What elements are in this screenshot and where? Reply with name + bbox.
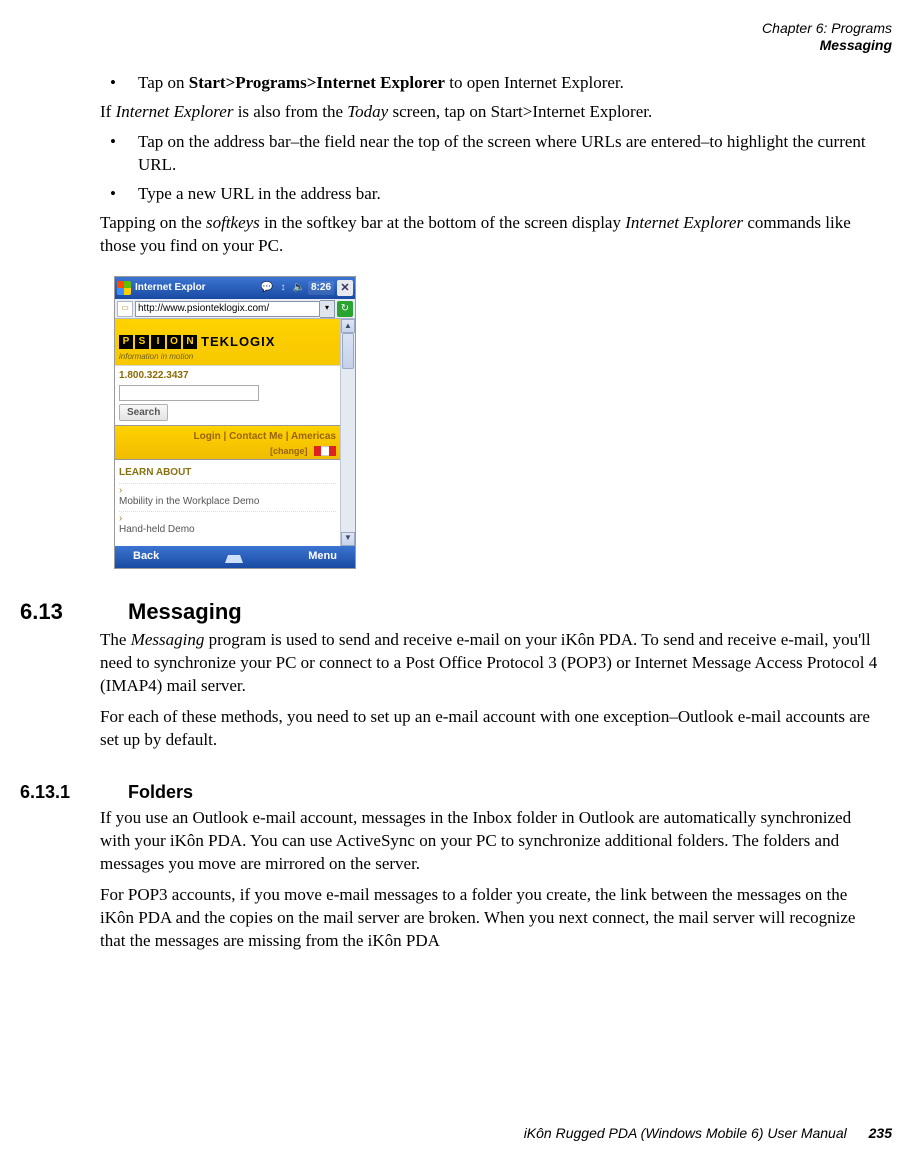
- section-num-613: 6.13: [20, 597, 100, 627]
- windows-logo-icon[interactable]: [117, 281, 131, 295]
- keyboard-icon[interactable]: [225, 551, 243, 563]
- para-today-screen: If Internet Explorer is also from the To…: [100, 101, 882, 124]
- ie-mobile-screenshot: Internet Explor 💬 ↕ 🔈 8:26 ✕ ▭ http://ww…: [114, 276, 356, 569]
- teklogix-text: TEKLOGIX: [201, 333, 275, 351]
- messaging-para1: The Messaging program is used to send an…: [100, 629, 882, 698]
- scroll-up-button[interactable]: ▲: [341, 319, 355, 333]
- psion-logo: P S I O N: [119, 335, 197, 349]
- scroll-down-button[interactable]: ▼: [341, 532, 355, 546]
- page-footer: iKôn Rugged PDA (Windows Mobile 6) User …: [20, 1124, 892, 1143]
- url-input[interactable]: http://www.psionteklogix.com/: [135, 301, 320, 317]
- change-link[interactable]: [change]: [270, 446, 308, 456]
- menu-softkey[interactable]: Menu: [308, 549, 337, 564]
- messaging-para2: For each of these methods, you need to s…: [100, 706, 882, 752]
- favicon-icon: ▭: [117, 301, 133, 317]
- learn-link-1[interactable]: Mobility in the Workplace Demo: [119, 483, 336, 512]
- footer-title: iKôn Rugged PDA (Windows Mobile 6) User …: [524, 1125, 847, 1141]
- window-title: Internet Explor: [135, 281, 258, 295]
- para-softkeys: Tapping on the softkeys in the softkey b…: [100, 212, 882, 258]
- brand-header: P S I O N TEKLOGIX information in motion: [115, 319, 340, 365]
- util-links-text[interactable]: Login | Contact Me | Americas: [194, 431, 336, 442]
- header-section: Messaging: [20, 37, 892, 54]
- section-title-messaging: Messaging: [128, 597, 242, 627]
- go-button[interactable]: ↻: [337, 301, 353, 317]
- header-chapter: Chapter 6: Programs: [20, 20, 892, 37]
- learn-link-2[interactable]: Hand-held Demo: [119, 511, 336, 540]
- section-num-6131: 6.13.1: [20, 780, 100, 804]
- close-button[interactable]: ✕: [337, 280, 353, 296]
- speaker-icon[interactable]: 🔈: [292, 281, 306, 295]
- page-number: 235: [869, 1125, 892, 1141]
- page-viewport[interactable]: P S I O N TEKLOGIX information in motion…: [115, 319, 340, 546]
- scrollbar[interactable]: ▲ ▼: [340, 319, 355, 546]
- clock[interactable]: 8:26: [308, 281, 334, 295]
- search-input[interactable]: [119, 385, 259, 401]
- bullet-type-url: Type a new URL in the address bar.: [100, 183, 882, 206]
- learn-about-header: LEARN ABOUT: [119, 466, 336, 480]
- scroll-thumb[interactable]: [342, 333, 354, 369]
- back-softkey[interactable]: Back: [133, 549, 159, 564]
- phone-section: 1.800.322.3437 Search: [115, 365, 340, 426]
- chat-icon[interactable]: 💬: [260, 281, 274, 295]
- section-title-folders: Folders: [128, 780, 193, 804]
- brand-tagline: information in motion: [119, 352, 193, 363]
- learn-about-section: LEARN ABOUT Mobility in the Workplace De…: [115, 460, 340, 546]
- phone-number: 1.800.322.3437: [119, 369, 336, 383]
- flag-icon: [314, 446, 336, 456]
- address-bar: ▭ http://www.psionteklogix.com/ ▾ ↻: [115, 299, 355, 319]
- sync-icon[interactable]: ↕: [276, 281, 290, 295]
- scroll-track[interactable]: [341, 333, 355, 532]
- bullet-address-bar: Tap on the address bar–the field near th…: [100, 131, 882, 177]
- utility-links: Login | Contact Me | Americas [change]: [115, 426, 340, 460]
- folders-para1: If you use an Outlook e-mail account, me…: [100, 807, 882, 876]
- title-bar: Internet Explor 💬 ↕ 🔈 8:26 ✕: [115, 277, 355, 299]
- folders-para2: For POP3 accounts, if you move e-mail me…: [100, 884, 882, 953]
- page-header: Chapter 6: Programs Messaging: [20, 20, 892, 54]
- bullet-open-ie: Tap on Start>Programs>Internet Explorer …: [100, 72, 882, 95]
- url-dropdown[interactable]: ▾: [320, 300, 335, 318]
- search-button[interactable]: Search: [119, 404, 168, 422]
- softkey-bar: Back Menu: [115, 546, 355, 568]
